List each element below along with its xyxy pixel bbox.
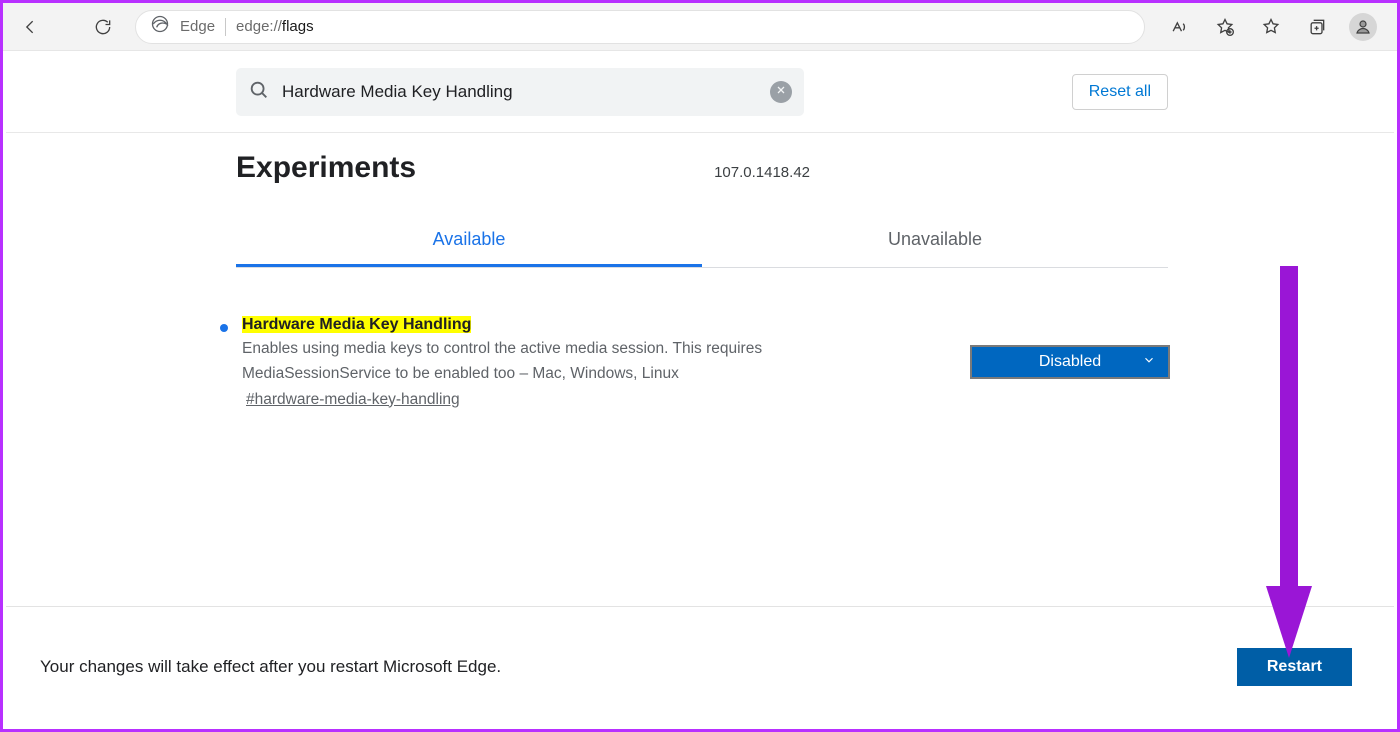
version-label: 107.0.1418.42 (714, 164, 810, 185)
profile-button[interactable] (1341, 7, 1385, 47)
flag-title: Hardware Media Key Handling (242, 316, 471, 334)
add-favorite-icon[interactable] (1203, 7, 1247, 47)
address-bar[interactable]: Edge edge://flags (135, 10, 1145, 44)
restart-message: Your changes will take effect after you … (40, 657, 501, 677)
close-icon (775, 83, 787, 101)
modified-indicator-icon (220, 324, 228, 332)
read-aloud-icon[interactable] (1157, 7, 1201, 47)
flag-item: Hardware Media Key Handling Enables usin… (220, 316, 1170, 409)
url-prefix: edge:// (236, 18, 282, 35)
refresh-button[interactable] (83, 7, 123, 47)
edge-logo-icon (150, 14, 170, 39)
search-row: Reset all (236, 54, 1168, 132)
restart-footer: Your changes will take effect after you … (6, 606, 1394, 726)
title-row: Experiments 107.0.1418.42 (236, 133, 1168, 189)
search-icon (248, 79, 270, 106)
restart-button[interactable]: Restart (1237, 648, 1352, 686)
annotation-arrow-icon (1264, 266, 1314, 661)
favorites-icon[interactable] (1249, 7, 1293, 47)
page-title: Experiments (236, 151, 416, 185)
flag-hash-link[interactable]: #hardware-media-key-handling (246, 391, 460, 409)
search-input[interactable] (282, 82, 758, 102)
browser-toolbar: Edge edge://flags (3, 3, 1397, 51)
tab-bar: Available Unavailable (236, 215, 1168, 268)
tab-available[interactable]: Available (236, 215, 702, 267)
reset-all-button[interactable]: Reset all (1072, 74, 1168, 110)
clear-search-button[interactable] (770, 81, 792, 103)
collections-icon[interactable] (1295, 7, 1339, 47)
toolbar-right (1157, 7, 1389, 47)
tab-unavailable[interactable]: Unavailable (702, 215, 1168, 267)
chevron-down-icon (1142, 353, 1156, 372)
back-button[interactable] (11, 7, 51, 47)
url-suffix: flags (282, 18, 314, 35)
select-value: Disabled (1039, 353, 1101, 371)
browser-label: Edge (180, 18, 215, 35)
flag-state-select[interactable]: Disabled (970, 345, 1170, 379)
flag-description: Enables using media keys to control the … (242, 337, 832, 387)
separator (225, 18, 226, 36)
search-box[interactable] (236, 68, 804, 116)
avatar-icon (1349, 13, 1377, 41)
flags-page: Reset all Experiments 107.0.1418.42 Avai… (6, 54, 1394, 726)
